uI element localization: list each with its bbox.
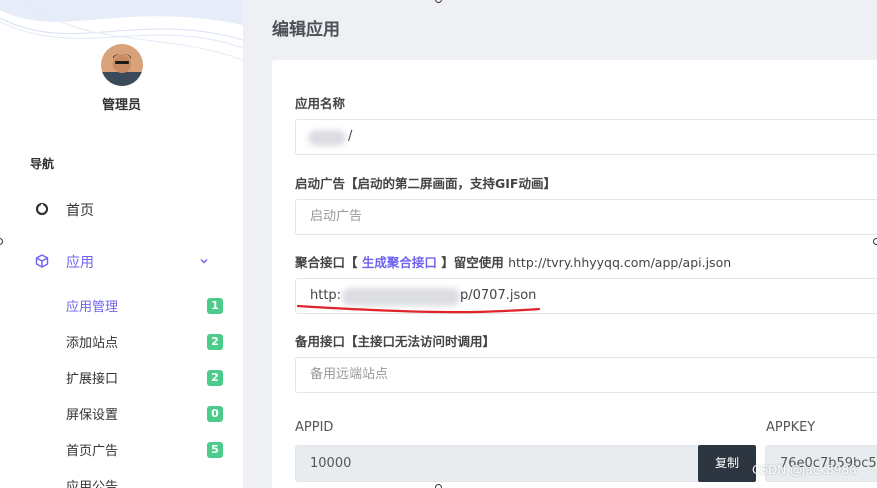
count-badge: 1 [207, 298, 223, 314]
nav-item-home-label: 首页 [66, 203, 94, 219]
chevron-down-icon [200, 259, 208, 264]
count-badge: 2 [207, 370, 223, 386]
sidebar-item-home-ads[interactable]: 首页广告 5 [0, 431, 243, 467]
selection-handle [435, 484, 442, 488]
launch-ad-field[interactable]: 启动广告 [295, 199, 877, 235]
sidebar: 管理员 导航 首页 应用 应用管理 1 添加站点 2 扩展接口 2 屏保设置 0… [0, 0, 243, 488]
app-name-field[interactable]: / [295, 119, 877, 155]
cube-icon [35, 254, 49, 268]
appid-label: APPID [295, 420, 334, 435]
nav-heading: 导航 [30, 157, 55, 171]
sidebar-item-app-notice[interactable]: 应用公告 [0, 467, 243, 488]
sidebar-item-label: 添加站点 [66, 336, 119, 351]
appkey-label: APPKEY [766, 420, 816, 435]
watermark: CSDN @jack8988 [752, 463, 857, 477]
app-name-label: 应用名称 [295, 96, 346, 111]
username: 管理员 [101, 98, 141, 113]
copy-button[interactable]: 复制 [698, 445, 756, 482]
sidebar-item-screensaver-settings[interactable]: 屏保设置 0 [0, 395, 243, 431]
generate-aggregate-link[interactable]: 生成聚合接口 [362, 255, 437, 270]
sidebar-item-label: 首页广告 [66, 444, 119, 459]
sidebar-item-label: 扩展接口 [66, 372, 119, 387]
blurred-redaction [308, 130, 346, 146]
launch-ad-label: 启动广告【启动的第二屏画面，支持GIF动画】 [295, 176, 556, 191]
sidebar-item-extension-api[interactable]: 扩展接口 2 [0, 359, 243, 395]
aggregate-api-label-prefix: 聚合接口【 [295, 255, 362, 270]
aggregate-api-label: 聚合接口【 生成聚合接口 】留空使用 http://tvry.hhyyqq.co… [295, 252, 731, 271]
backup-api-label: 备用接口【主接口无法访问时调用】 [295, 334, 496, 349]
nav-item-apps[interactable]: 应用 [0, 243, 243, 279]
nav-item-apps-label: 应用 [66, 255, 94, 271]
count-badge: 0 [207, 406, 223, 422]
sidebar-item-label: 应用管理 [66, 300, 119, 315]
red-underline-annotation [296, 304, 541, 314]
nav-item-home[interactable]: 首页 [0, 191, 243, 227]
selection-handle [435, 0, 442, 3]
count-badge: 2 [207, 334, 223, 350]
selection-handle [873, 238, 877, 245]
sidebar-item-app-management[interactable]: 应用管理 1 [0, 287, 243, 323]
avatar[interactable] [101, 44, 143, 86]
appid-field[interactable]: 10000 [295, 445, 755, 482]
backup-api-field[interactable]: 备用远端站点 [295, 357, 877, 393]
count-badge: 5 [207, 442, 223, 458]
app-name-value: / [348, 129, 353, 144]
sidebar-item-label: 应用公告 [66, 480, 119, 488]
sidebar-item-label: 屏保设置 [66, 408, 119, 423]
default-api-url: http://tvry.hhyyqq.com/app/api.json [508, 255, 732, 270]
sidebar-item-add-site[interactable]: 添加站点 2 [0, 323, 243, 359]
aggregate-api-label-suffix: 】留空使用 [436, 255, 509, 270]
dashboard-icon [35, 202, 49, 216]
page-title: 编辑应用 [272, 20, 340, 40]
